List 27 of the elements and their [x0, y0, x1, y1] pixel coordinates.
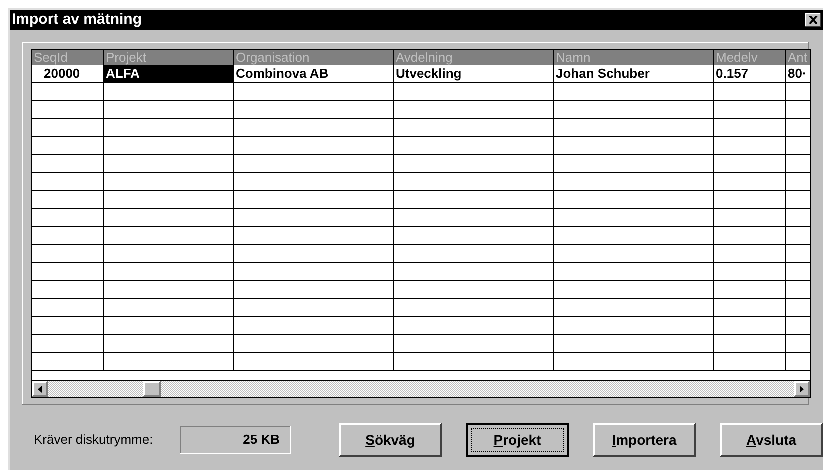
- table-cell: ALFA: [104, 65, 234, 82]
- disk-space-label: Kräver diskutrymme:: [34, 431, 154, 450]
- close-icon: [808, 16, 818, 24]
- scroll-left-button[interactable]: [32, 381, 48, 397]
- close-button[interactable]: [805, 13, 821, 27]
- table-cell: 0.157: [714, 65, 786, 82]
- table-cell: Johan Schuber: [554, 65, 714, 82]
- dialog-button[interactable]: Projekt: [466, 423, 569, 457]
- scroll-thumb[interactable]: [143, 381, 161, 397]
- table-cell: Combinova AB: [234, 65, 394, 82]
- right-arrow-icon: [800, 386, 804, 392]
- dialog-button[interactable]: Sökväg: [339, 423, 442, 457]
- left-arrow-icon: [38, 386, 42, 392]
- column-header[interactable]: SeqId: [32, 50, 104, 65]
- column-header[interactable]: Namn: [554, 50, 714, 65]
- column-header[interactable]: Medelv: [714, 50, 786, 65]
- horizontal-scrollbar[interactable]: [32, 380, 810, 397]
- scroll-right-button[interactable]: [794, 381, 810, 397]
- table-cell: 80·: [786, 65, 810, 82]
- column-header[interactable]: Ant: [786, 50, 810, 65]
- column-header[interactable]: Avdelning: [394, 50, 554, 65]
- table-cell: Utveckling: [394, 65, 554, 82]
- dialog-button[interactable]: Importera: [593, 423, 696, 457]
- disk-space-field: 25 KB: [180, 426, 291, 454]
- dialog-button[interactable]: Avsluta: [720, 423, 823, 457]
- column-header[interactable]: Organisation: [234, 50, 394, 65]
- window-title: Import av mätning: [12, 10, 142, 30]
